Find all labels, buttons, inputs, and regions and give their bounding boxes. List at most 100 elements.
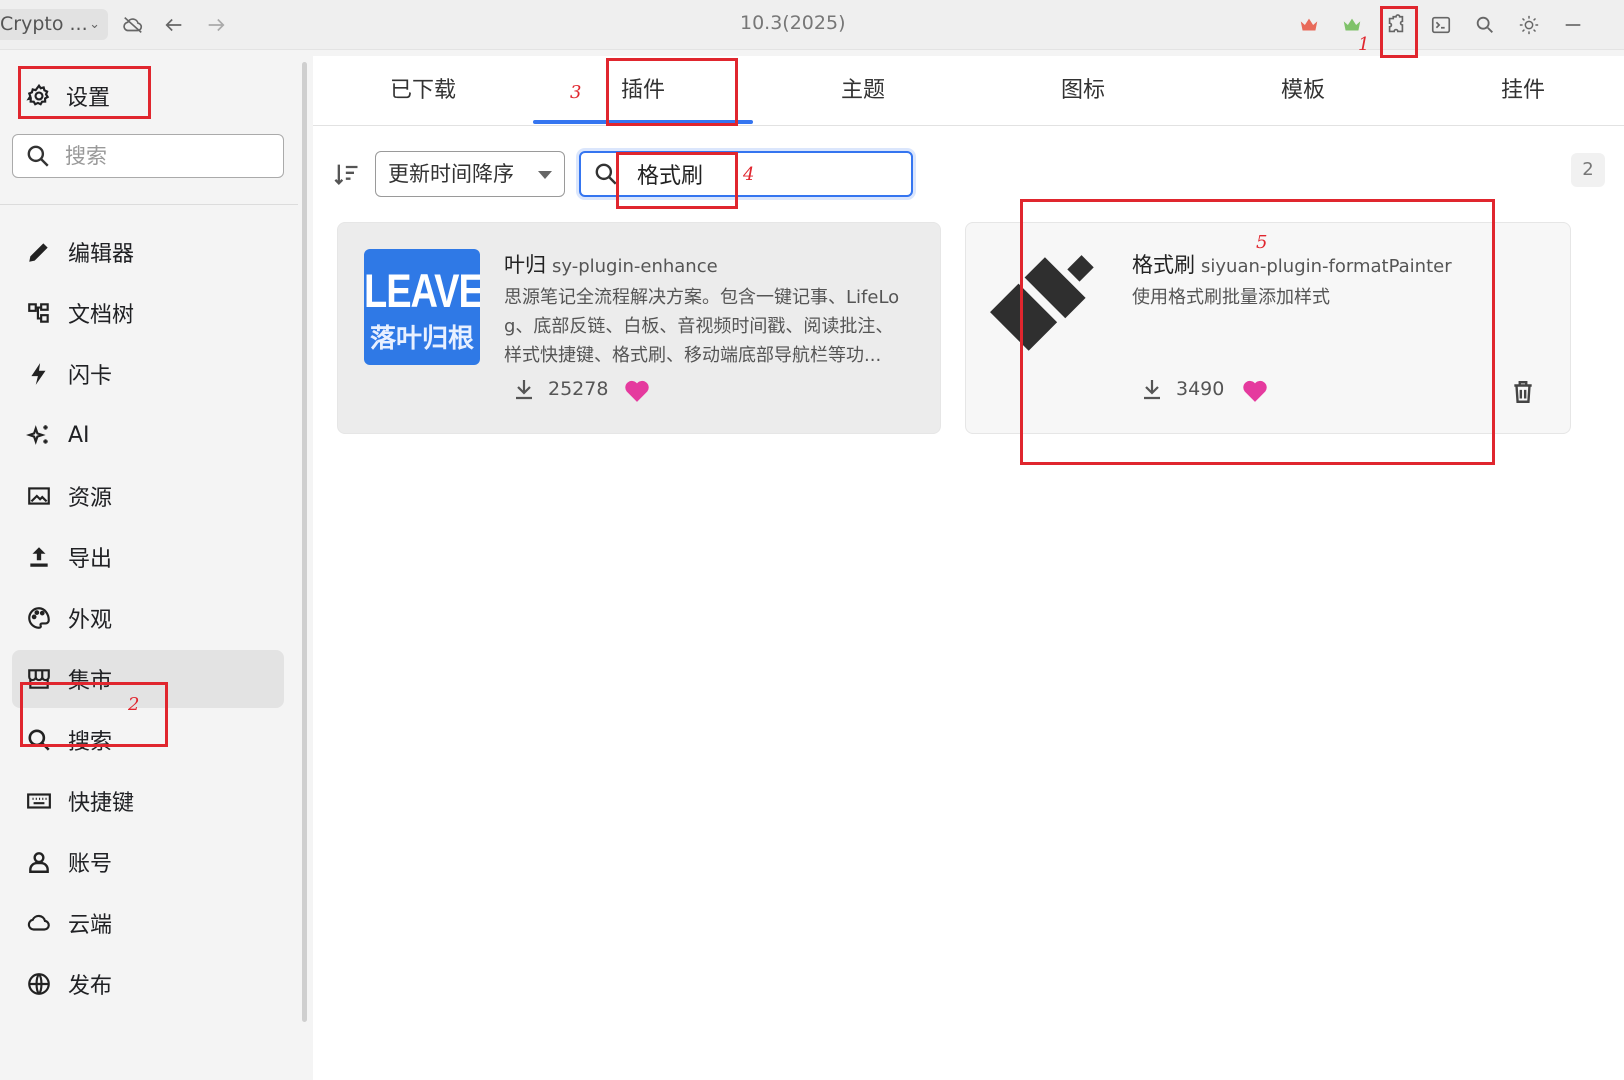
crown-green-icon[interactable] (1335, 8, 1369, 42)
sidebar-item-account[interactable]: 账号 (12, 833, 284, 891)
sidebar-item-label: 资源 (68, 486, 113, 511)
sidebar-item-label: 快捷键 (68, 791, 135, 816)
caret-down-icon (538, 171, 552, 179)
sidebar-item-label: 发布 (68, 974, 113, 999)
plugin-package: siyuan-plugin-formatPainter (1201, 256, 1452, 277)
plugin-name: 叶归 (504, 253, 546, 277)
plugin-card[interactable]: 格式刷 siyuan-plugin-formatPainter 使用格式刷批量添加… (965, 222, 1571, 434)
sidebar-item-label: 搜索 (68, 730, 113, 755)
download-count: 25278 (548, 378, 609, 400)
sidebar-item-label: 导出 (68, 547, 113, 572)
sidebar-search[interactable] (12, 134, 284, 178)
sidebar-item-editor[interactable]: 编辑器 (12, 223, 284, 281)
pencil-icon (29, 243, 48, 262)
tab-icons[interactable]: 图标 (973, 56, 1193, 126)
marketplace-search[interactable] (579, 151, 913, 197)
plugin-title: 格式刷 siyuan-plugin-formatPainter (1132, 249, 1452, 279)
arrow-right-icon[interactable] (199, 8, 233, 42)
tab-plugins[interactable]: 插件 (533, 56, 753, 126)
heart-icon[interactable] (1242, 379, 1268, 403)
terminal-icon[interactable] (1424, 8, 1458, 42)
plugin-desc-line: 样式快捷键、格式刷、移动端底部导航栏等功... (504, 345, 882, 366)
plugin-description: 使用格式刷批量添加样式 (1132, 283, 1552, 312)
download-icon (1144, 380, 1160, 400)
sidebar-item-cloud[interactable]: 云端 (12, 894, 284, 952)
sidebar-item-assets[interactable]: 资源 (12, 467, 284, 525)
plugin-desc-line: 使用格式刷批量添加样式 (1132, 287, 1330, 308)
search-icon (595, 163, 617, 185)
settings-sidebar: 设置 编辑器 文档树 闪卡 AI 资源 导出 外观 集市 搜索 (0, 50, 313, 1080)
title-bar: Crypto ... ⌄ 10.3(2025) (0, 0, 1624, 50)
trash-icon[interactable] (1510, 379, 1536, 405)
user-icon (29, 852, 49, 873)
sidebar-item-search[interactable]: 搜索 (12, 711, 284, 769)
sidebar-item-label: 集市 (68, 669, 113, 694)
sidebar-item-label: 文档树 (68, 303, 135, 328)
settings-title-label: 设置 (66, 86, 111, 111)
sidebar-item-label: 编辑器 (68, 242, 135, 267)
image-icon (28, 487, 50, 505)
sidebar-item-export[interactable]: 导出 (12, 528, 284, 586)
arrow-left-icon[interactable] (157, 8, 191, 42)
plugin-desc-line: 思源笔记全流程解决方案。包含一键记事、LifeLo (504, 287, 900, 308)
sidebar-item-marketplace[interactable]: 集市 (12, 650, 284, 708)
sidebar-item-label: 账号 (68, 852, 113, 877)
marketplace-panel: 已下载 插件 主题 图标 模板 挂件 更新时间降序 2 LEAVES 落叶归根 … (313, 56, 1624, 1080)
search-icon (28, 729, 50, 751)
cloud-icon (27, 914, 50, 931)
sidebar-item-flashcard[interactable]: 闪卡 (12, 345, 284, 403)
sort-icon[interactable] (333, 160, 361, 188)
search-icon[interactable] (1468, 8, 1502, 42)
sidebar-item-label: 闪卡 (68, 364, 113, 389)
plugin-card[interactable]: LEAVES 落叶归根 叶归 sy-plugin-enhance 思源笔记全流程解… (337, 222, 941, 434)
sidebar-item-keymap[interactable]: 快捷键 (12, 772, 284, 830)
upload-icon (30, 547, 48, 567)
sun-icon[interactable] (1512, 8, 1546, 42)
plugin-package: sy-plugin-enhance (552, 256, 718, 277)
plugin-description: 思源笔记全流程解决方案。包含一键记事、LifeLo g、底部反链、白板、音视频时… (504, 283, 924, 370)
plugin-downloads: 25278 (512, 377, 608, 401)
version-label: 10.3(2025) (740, 12, 846, 34)
sidebar-item-doctree[interactable]: 文档树 (12, 284, 284, 342)
palette-icon (28, 607, 50, 629)
tab-downloaded[interactable]: 已下载 (323, 56, 523, 126)
sidebar-item-appearance[interactable]: 外观 (12, 589, 284, 647)
thumbnail-logo-subtext: 落叶归根 (369, 324, 474, 354)
thumbnail-logo-text: LEAVES (364, 265, 480, 319)
sort-select[interactable]: 更新时间降序 (375, 151, 565, 197)
download-count: 3490 (1176, 378, 1225, 400)
settings-title: 设置 (26, 80, 110, 112)
crown-red-icon[interactable] (1292, 8, 1326, 42)
tab-templates[interactable]: 模板 (1193, 56, 1413, 126)
sidebar-item-publish[interactable]: 发布 (12, 955, 284, 1013)
tree-icon (28, 303, 49, 323)
search-icon (27, 145, 49, 167)
plugin-thumbnail: LEAVES 落叶归根 (364, 249, 480, 365)
plugin-desc-line: g、底部反链、白板、音视频时间戳、阅读批注、 (504, 316, 894, 337)
sidebar-divider (0, 204, 298, 205)
cloud-off-icon[interactable] (116, 8, 150, 42)
chevron-down-icon: ⌄ (89, 17, 100, 32)
keyboard-icon (27, 793, 51, 809)
sidebar-scrollbar[interactable] (302, 62, 307, 1022)
plugin-name: 格式刷 (1132, 253, 1195, 277)
active-tab-indicator (533, 120, 753, 124)
sidebar-item-label: 外观 (68, 608, 113, 633)
sidebar-search-input[interactable] (65, 144, 265, 168)
sidebar-item-ai[interactable]: AI (12, 406, 284, 464)
workspace-switcher[interactable]: Crypto ... ⌄ (0, 9, 108, 40)
tab-widgets[interactable]: 挂件 (1413, 56, 1624, 126)
puzzle-icon[interactable] (1379, 8, 1413, 42)
workspace-name: Crypto ... (0, 13, 88, 35)
minimize-icon[interactable] (1556, 8, 1590, 42)
heart-icon[interactable] (624, 379, 650, 403)
marketplace-tabs: 已下载 插件 主题 图标 模板 挂件 (313, 56, 1624, 126)
tab-themes[interactable]: 主题 (753, 56, 973, 126)
paintbrush-icon (990, 255, 1094, 351)
plugin-downloads: 3490 (1140, 377, 1224, 401)
marketplace-search-input[interactable] (637, 161, 857, 187)
result-count-badge: 2 (1571, 153, 1605, 187)
sparkle-icon (26, 425, 48, 445)
sidebar-item-label: AI (68, 422, 90, 448)
globe-icon (28, 973, 50, 995)
